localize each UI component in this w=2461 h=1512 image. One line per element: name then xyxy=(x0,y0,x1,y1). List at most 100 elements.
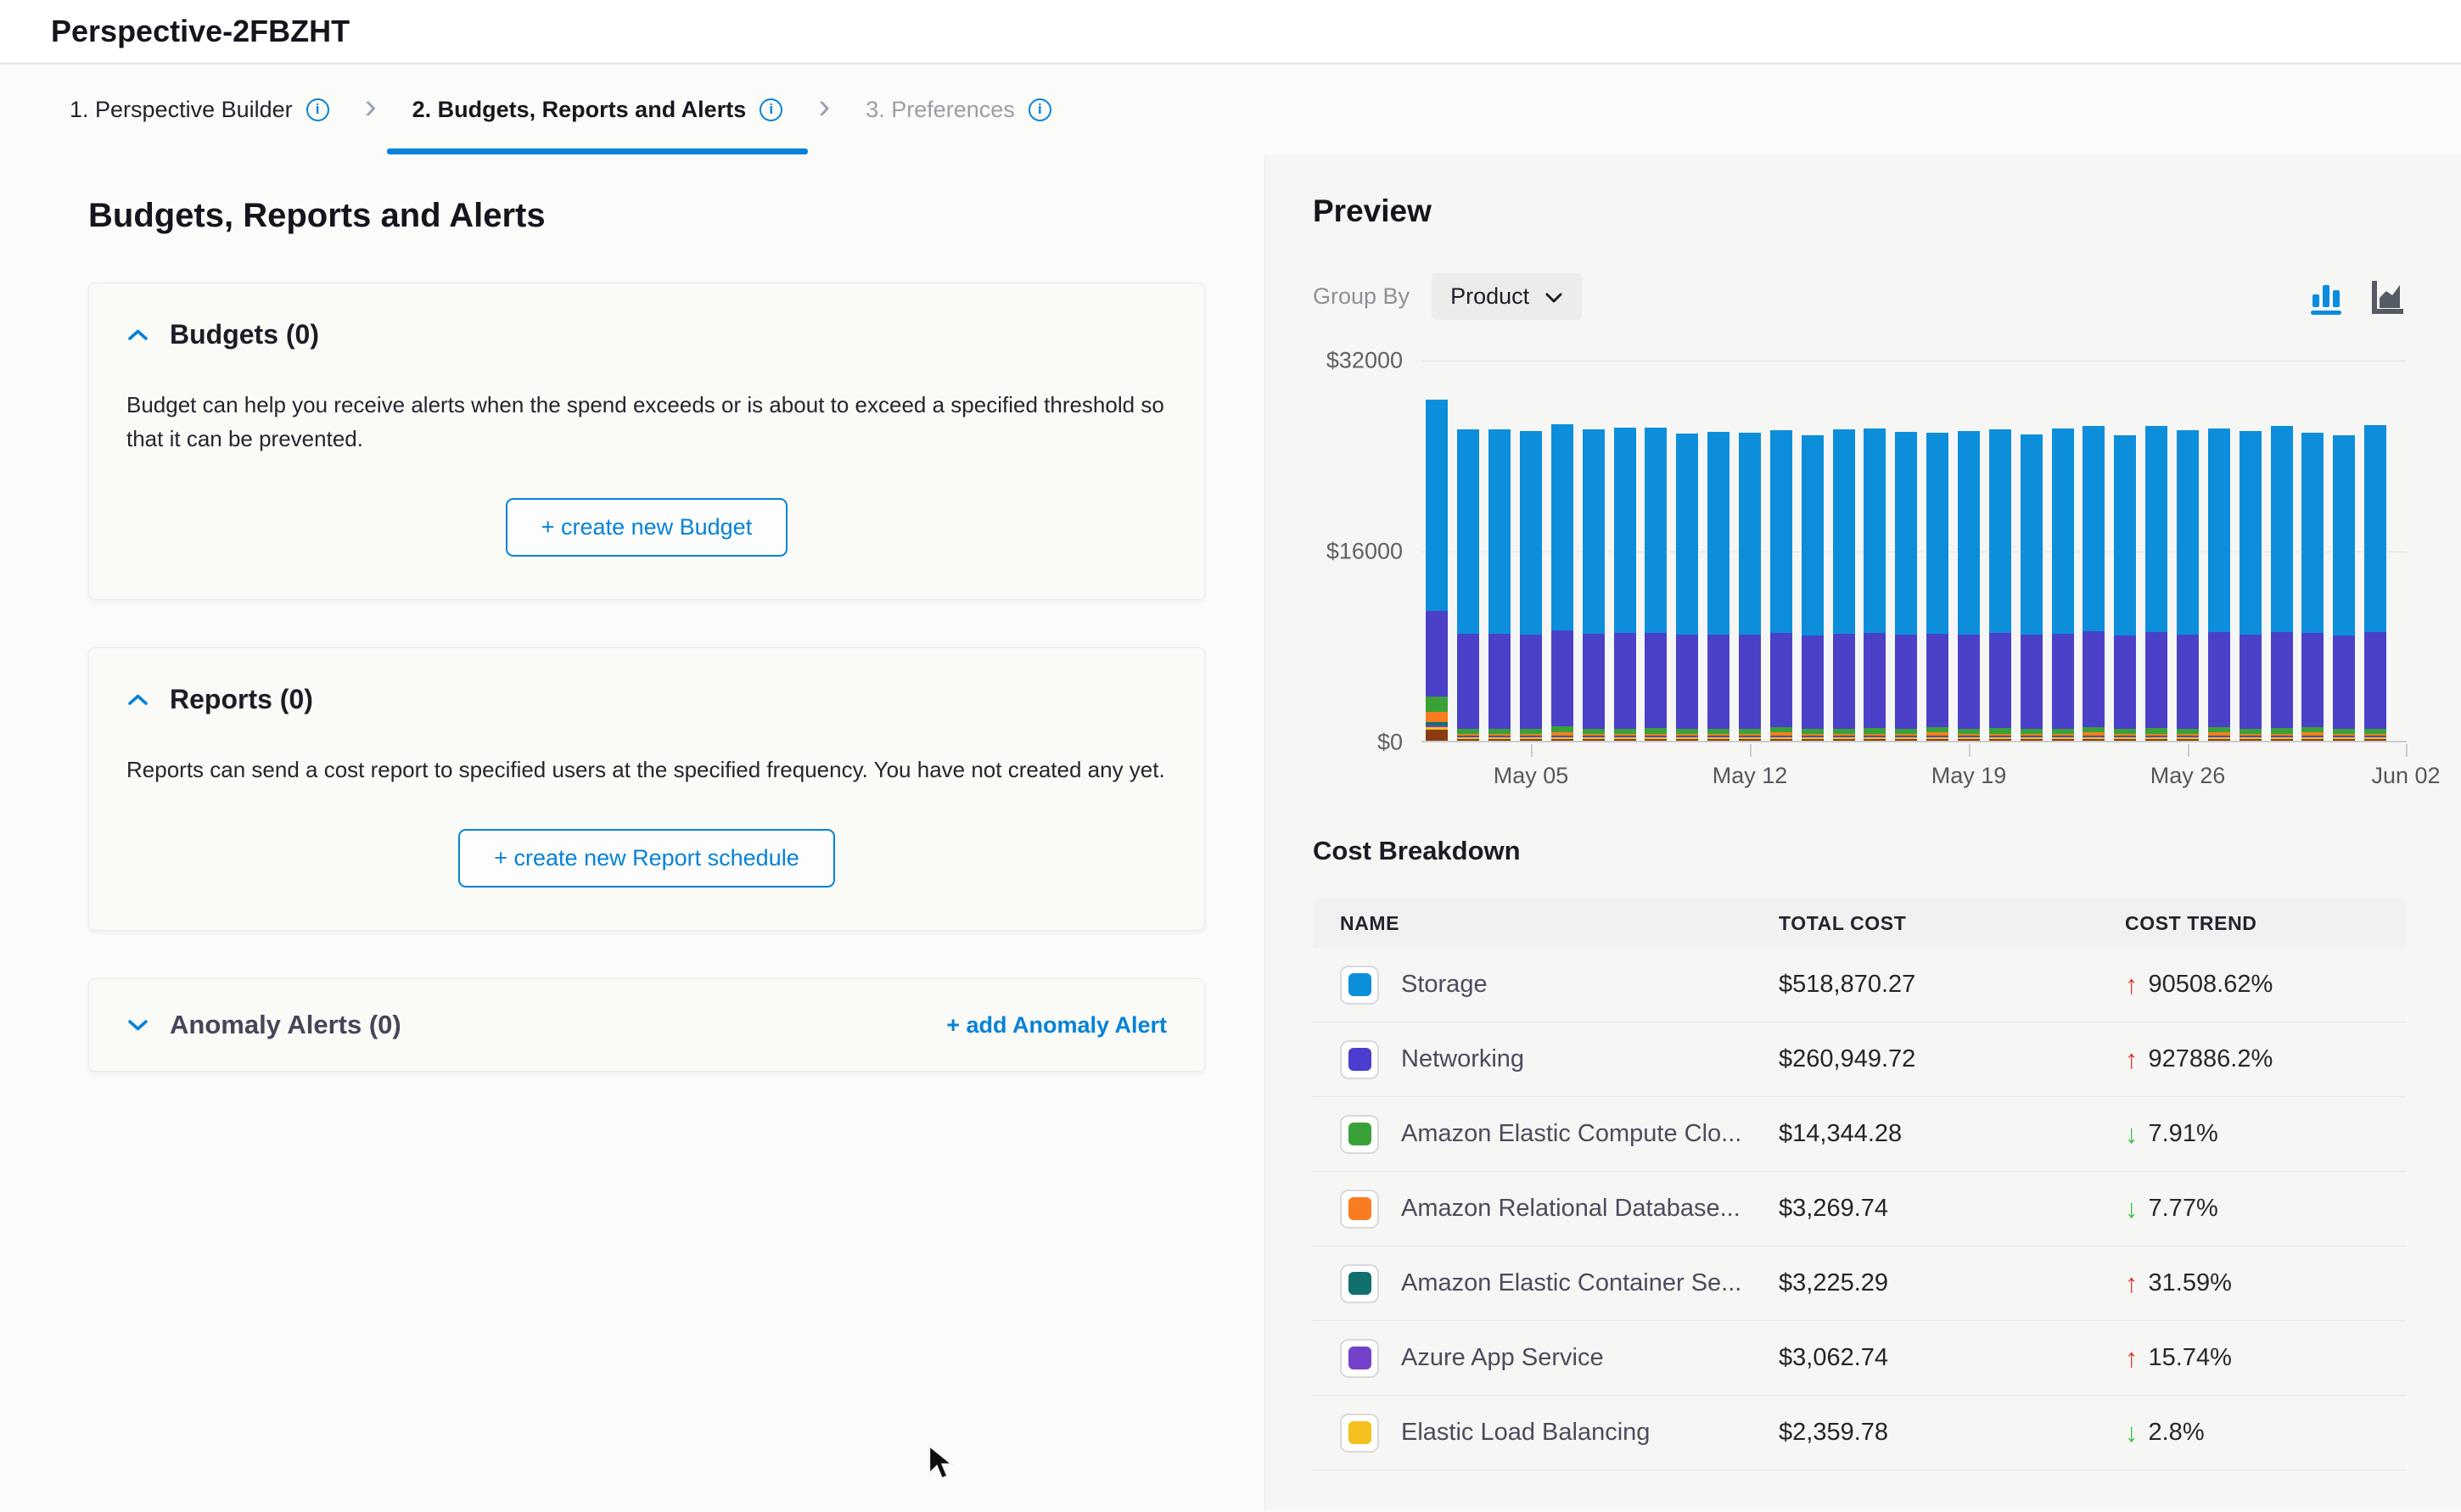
bar-segment xyxy=(1864,428,1886,633)
anomaly-alerts-title[interactable]: Anomaly Alerts (0) xyxy=(170,1010,401,1040)
info-icon[interactable]: i xyxy=(760,98,782,121)
bar-segment xyxy=(1551,726,1573,732)
group-by-label: Group By xyxy=(1313,283,1410,310)
stacked-bar[interactable] xyxy=(2052,428,2074,741)
bar-segment xyxy=(2145,739,2167,741)
bar-segment xyxy=(1833,634,1855,729)
stacked-bar[interactable] xyxy=(1488,429,1511,741)
table-row[interactable]: Storage$518,870.27↑90508.62% xyxy=(1313,948,2407,1022)
bar-segment xyxy=(2240,635,2262,729)
bar-segment xyxy=(1989,429,2011,633)
series-color-swatch xyxy=(1340,1414,1379,1453)
bar-segment xyxy=(2208,727,2230,733)
row-name-cell: Amazon Relational Database... xyxy=(1313,1190,1779,1229)
stacked-bar[interactable] xyxy=(1645,428,1667,741)
anomaly-alerts-card: Anomaly Alerts (0) + add Anomaly Alert xyxy=(88,978,1205,1072)
stacked-bar[interactable] xyxy=(2083,426,2105,741)
stacked-bar[interactable] xyxy=(1926,433,1948,741)
bar-segment xyxy=(1614,428,1636,634)
bar-segment xyxy=(2114,435,2136,636)
bar-segment xyxy=(2145,426,2167,632)
table-row[interactable]: Amazon Elastic Compute Clo...$14,344.28↓… xyxy=(1313,1097,2407,1172)
stacked-bar[interactable] xyxy=(2301,433,2324,741)
add-anomaly-alert-link[interactable]: + add Anomaly Alert xyxy=(946,1012,1167,1039)
reports-description: Reports can send a cost report to specif… xyxy=(126,753,1167,787)
stacked-bar[interactable] xyxy=(1864,428,1886,741)
stacked-bar[interactable] xyxy=(1676,434,1698,741)
row-name-cell: Elastic Load Balancing xyxy=(1313,1414,1779,1453)
area-chart-icon[interactable] xyxy=(2368,277,2407,316)
stacked-bar[interactable] xyxy=(1520,431,1542,741)
stacked-bar[interactable] xyxy=(1707,432,1729,742)
bar-segment xyxy=(1583,739,1605,741)
stacked-bar[interactable] xyxy=(1457,429,1479,741)
reports-card-title[interactable]: Reports (0) xyxy=(170,684,313,715)
stacked-bar[interactable] xyxy=(1895,432,1917,742)
info-icon[interactable]: i xyxy=(1029,98,1051,121)
chevron-up-icon[interactable] xyxy=(126,692,149,707)
cost-breakdown-table: NAME TOTAL COST COST TREND Storage$518,8… xyxy=(1313,899,2407,1470)
bar-segment xyxy=(1520,729,1542,735)
table-row[interactable]: Azure App Service$3,062.74↑15.74% xyxy=(1313,1321,2407,1396)
stacked-bar[interactable] xyxy=(2021,434,2043,741)
stacked-bar[interactable] xyxy=(1833,429,1855,741)
bar-segment xyxy=(2333,729,2355,735)
stacked-bar[interactable] xyxy=(1739,433,1761,741)
tab-2[interactable]: 2. Budgets, Reports and Alertsi xyxy=(387,64,809,154)
tab-label: 3. Preferences xyxy=(866,97,1015,123)
bar-segment xyxy=(2177,430,2199,634)
chevron-down-icon[interactable] xyxy=(126,1018,149,1033)
bar-segment xyxy=(2052,428,2074,634)
bar-segment xyxy=(1614,729,1636,735)
bar-segment xyxy=(2301,727,2324,733)
bar-segment xyxy=(2271,739,2293,741)
stacked-bar[interactable] xyxy=(2240,431,2262,741)
stacked-bar[interactable] xyxy=(1802,435,1824,741)
stacked-bar[interactable] xyxy=(1426,400,1448,741)
bar-chart-icon[interactable] xyxy=(2308,277,2347,316)
info-icon[interactable]: i xyxy=(306,98,329,121)
create-report-schedule-button[interactable]: + create new Report schedule xyxy=(458,829,834,888)
bar-segment xyxy=(1645,428,1667,633)
table-row[interactable]: Amazon Relational Database...$3,269.74↓7… xyxy=(1313,1172,2407,1246)
preview-title: Preview xyxy=(1313,193,2407,229)
stacked-bar[interactable] xyxy=(1770,430,1792,741)
y-axis-label: $16000 xyxy=(1326,539,1403,565)
x-axis-label: May 19 xyxy=(1931,763,2007,789)
stacked-bar[interactable] xyxy=(2114,435,2136,741)
tab-3[interactable]: 3. Preferences i xyxy=(840,64,1077,154)
stacked-bar[interactable] xyxy=(1551,424,1573,741)
stacked-bar[interactable] xyxy=(2177,430,2199,741)
create-budget-button[interactable]: + create new Budget xyxy=(506,498,788,557)
x-axis-label: May 12 xyxy=(1713,763,1788,789)
stacked-bar[interactable] xyxy=(1958,431,1980,741)
bar-segment xyxy=(1739,433,1761,635)
x-axis-label: Jun 02 xyxy=(2371,763,2440,789)
budgets-description: Budget can help you receive alerts when … xyxy=(126,388,1167,456)
chevron-up-icon[interactable] xyxy=(126,328,149,342)
budgets-card-title[interactable]: Budgets (0) xyxy=(170,319,319,350)
bar-segment xyxy=(1707,432,1729,635)
table-row[interactable]: Networking$260,949.72↑927886.2% xyxy=(1313,1022,2407,1097)
arrow-up-icon: ↑ xyxy=(2125,1044,2139,1075)
table-row[interactable]: Elastic Load Balancing$2,359.78↓2.8% xyxy=(1313,1396,2407,1470)
bar-segment xyxy=(2114,636,2136,729)
stacked-bar[interactable] xyxy=(1989,429,2011,741)
bar-segment xyxy=(1520,431,1542,635)
table-row[interactable]: Amazon Elastic Container Se...$3,225.29↑… xyxy=(1313,1246,2407,1321)
stacked-bar[interactable] xyxy=(1614,428,1636,741)
group-by-dropdown[interactable]: Product xyxy=(1432,273,1582,320)
bar-segment xyxy=(1707,729,1729,735)
stacked-bar[interactable] xyxy=(2271,426,2293,741)
bar-segment xyxy=(2145,728,2167,734)
stacked-bar[interactable] xyxy=(2208,428,2230,741)
row-total-cost-cell: $14,344.28 xyxy=(1779,1120,2125,1148)
row-total-cost-cell: $2,359.78 xyxy=(1779,1419,2125,1447)
tab-1[interactable]: 1. Perspective Builderi xyxy=(44,64,355,154)
stacked-bar[interactable] xyxy=(1583,429,1605,741)
stacked-bar[interactable] xyxy=(2364,425,2386,741)
bar-segment xyxy=(1833,729,1855,735)
stacked-bar[interactable] xyxy=(2333,435,2355,741)
bar-segment xyxy=(1926,739,1948,741)
stacked-bar[interactable] xyxy=(2145,426,2167,741)
